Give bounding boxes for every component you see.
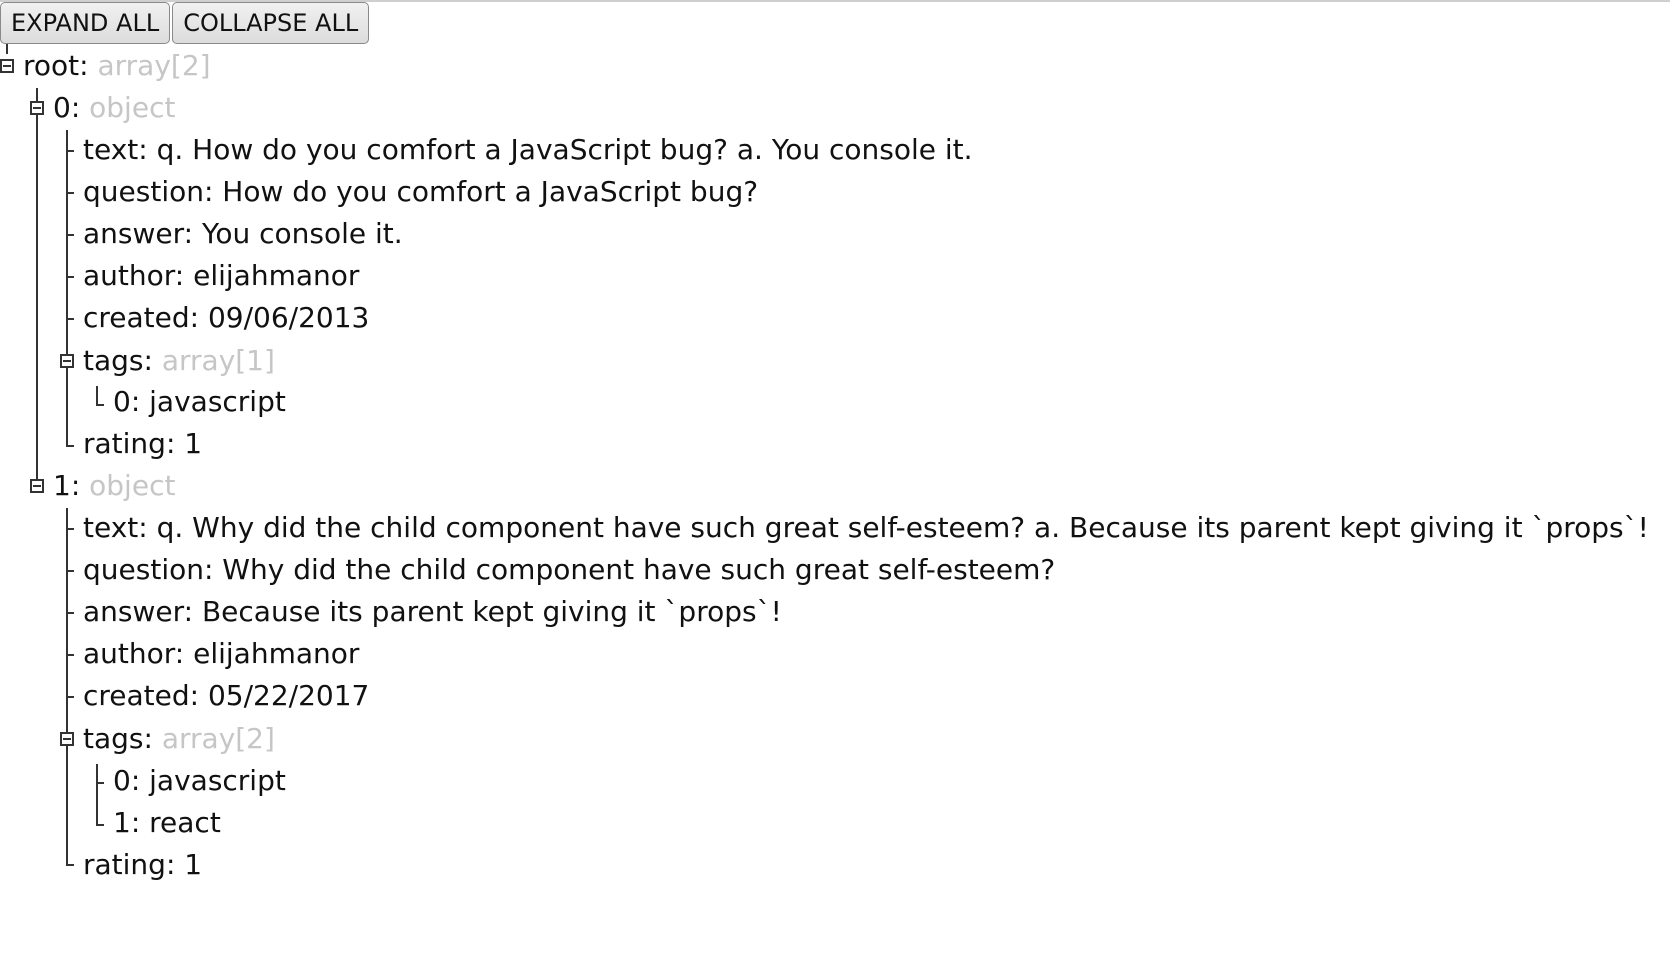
tree-leaf-author: author: elijahmanor [83, 637, 360, 670]
tree-line [66, 654, 74, 656]
tree-leaf-created: created: 05/22/2017 [83, 679, 370, 712]
collapse-toggle-icon[interactable] [0, 59, 14, 73]
collapse-toggle-icon[interactable] [60, 732, 74, 746]
node-type: array[2] [161, 722, 275, 755]
tree-line [66, 570, 74, 572]
tree-node-object[interactable]: 1: object [53, 465, 175, 507]
expand-all-button[interactable]: EXPAND ALL [0, 2, 171, 44]
node-type: array[1] [161, 344, 275, 377]
tree-line [66, 276, 74, 278]
tree-line [96, 764, 98, 826]
node-key: tags: [83, 722, 162, 755]
tree-leaf-tag: 0: javascript [113, 764, 286, 797]
node-type: array[2] [97, 49, 211, 82]
tree-node-tags[interactable]: tags: array[1] [83, 340, 275, 382]
tree-line [66, 192, 74, 194]
tree-leaf-rating: rating: 1 [83, 848, 203, 881]
tree-line [96, 824, 104, 826]
tree-line [66, 130, 68, 447]
node-key: 0: [53, 91, 90, 124]
tree-leaf-text: text: q. How do you comfort a JavaScript… [83, 133, 973, 166]
tree-line [66, 234, 74, 236]
tree-line [66, 612, 74, 614]
tree-leaf-rating: rating: 1 [83, 427, 203, 460]
tree-node-root[interactable]: root: array[2] [23, 45, 211, 87]
node-key: 1: [53, 469, 90, 502]
tree-line [6, 44, 8, 54]
tree-line [36, 88, 38, 485]
collapse-toggle-icon[interactable] [30, 101, 44, 115]
tree-line [66, 445, 74, 447]
node-type: object [89, 91, 176, 124]
tree-leaf-tag: 1: react [113, 806, 221, 839]
tree-line [96, 386, 98, 406]
node-key: tags: [83, 344, 162, 377]
tree-leaf-question: question: Why did the child component ha… [83, 553, 1056, 586]
tree-line [66, 528, 74, 530]
tree-node-object[interactable]: 0: object [53, 87, 175, 129]
collapse-all-button[interactable]: COLLAPSE ALL [172, 2, 370, 44]
toolbar: EXPAND ALL COLLAPSE ALL [0, 2, 370, 46]
tree-leaf-answer: answer: Because its parent kept giving i… [83, 595, 782, 628]
tree-line [66, 318, 74, 320]
tree-leaf-tag: 0: javascript [113, 385, 286, 418]
node-type: object [89, 469, 176, 502]
tree-leaf-created: created: 09/06/2013 [83, 301, 370, 334]
tree-line [66, 508, 68, 866]
collapse-toggle-icon[interactable] [60, 354, 74, 368]
tree-line [96, 404, 104, 406]
tree-leaf-answer: answer: You console it. [83, 217, 403, 250]
tree-line [66, 696, 74, 698]
tree-line [66, 864, 74, 866]
tree-line [96, 782, 104, 784]
tree-line [66, 150, 74, 152]
collapse-toggle-icon[interactable] [30, 479, 44, 493]
tree-node-tags[interactable]: tags: array[2] [83, 718, 275, 760]
node-key: root: [23, 49, 98, 82]
tree-leaf-question: question: How do you comfort a JavaScrip… [83, 175, 759, 208]
tree-leaf-text: text: q. Why did the child component hav… [83, 511, 1649, 544]
tree-leaf-author: author: elijahmanor [83, 259, 360, 292]
